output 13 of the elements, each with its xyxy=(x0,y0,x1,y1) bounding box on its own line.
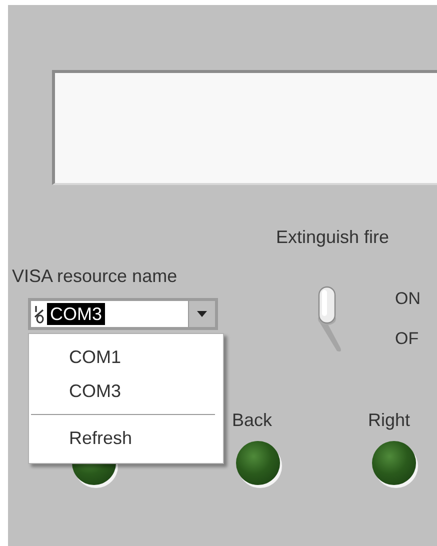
led-label: Back xyxy=(232,410,272,431)
off-label: OF xyxy=(395,329,419,349)
dropdown-arrow-button[interactable] xyxy=(188,301,215,327)
led-label: Right xyxy=(368,410,410,431)
menu-item[interactable]: Refresh xyxy=(29,421,223,455)
resource-dropdown[interactable]: COM3 xyxy=(28,298,218,330)
switch-label: Extinguish fire xyxy=(276,227,390,248)
control-label: VISA resource name xyxy=(12,266,178,287)
io-icon xyxy=(33,304,45,324)
menu-item[interactable]: COM3 xyxy=(29,374,223,408)
menu-item[interactable]: COM1 xyxy=(29,340,223,374)
on-label: ON xyxy=(395,289,420,309)
caret-icon xyxy=(197,311,207,317)
